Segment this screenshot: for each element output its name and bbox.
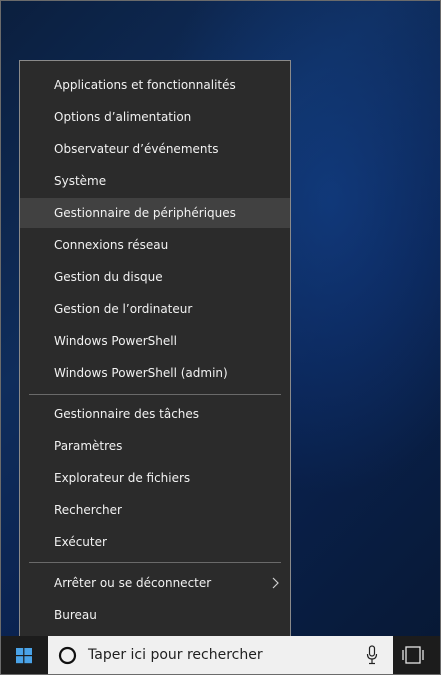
menu-item-label: Arrêter ou se déconnecter <box>54 576 212 590</box>
menu-item-device-manager[interactable]: Gestionnaire de périphériques <box>20 198 290 228</box>
microphone-icon[interactable] <box>365 645 379 665</box>
menu-item-computer-management[interactable]: Gestion de l’ordinateur <box>20 294 290 324</box>
search-placeholder: Taper ici pour rechercher <box>88 647 263 663</box>
desktop: Applications et fonctionnalités Options … <box>0 0 441 675</box>
menu-item-disk-management[interactable]: Gestion du disque <box>20 262 290 292</box>
menu-separator <box>29 562 281 563</box>
menu-item-search[interactable]: Rechercher <box>20 495 290 525</box>
winx-context-menu: Applications et fonctionnalités Options … <box>19 60 291 637</box>
windows-logo-icon <box>16 648 32 664</box>
task-view-icon[interactable] <box>400 644 426 666</box>
start-button[interactable] <box>0 636 48 675</box>
menu-item-event-viewer[interactable]: Observateur d’événements <box>20 134 290 164</box>
menu-item-apps-features[interactable]: Applications et fonctionnalités <box>20 70 290 100</box>
menu-item-shutdown-signout[interactable]: Arrêter ou se déconnecter <box>20 568 290 598</box>
menu-item-run[interactable]: Exécuter <box>20 527 290 557</box>
chevron-right-icon <box>272 577 279 589</box>
menu-item-settings[interactable]: Paramètres <box>20 431 290 461</box>
menu-item-powershell[interactable]: Windows PowerShell <box>20 326 290 356</box>
taskbar: Taper ici pour rechercher <box>0 636 441 675</box>
menu-item-powershell-admin[interactable]: Windows PowerShell (admin) <box>20 358 290 388</box>
menu-item-network-connections[interactable]: Connexions réseau <box>20 230 290 260</box>
menu-separator <box>29 394 281 395</box>
taskbar-search-box[interactable]: Taper ici pour rechercher <box>48 636 393 675</box>
menu-item-desktop[interactable]: Bureau <box>20 600 290 630</box>
menu-item-system[interactable]: Système <box>20 166 290 196</box>
menu-item-task-manager[interactable]: Gestionnaire des tâches <box>20 399 290 429</box>
menu-item-power-options[interactable]: Options d’alimentation <box>20 102 290 132</box>
menu-item-file-explorer[interactable]: Explorateur de fichiers <box>20 463 290 493</box>
cortana-ring-icon <box>58 646 77 665</box>
